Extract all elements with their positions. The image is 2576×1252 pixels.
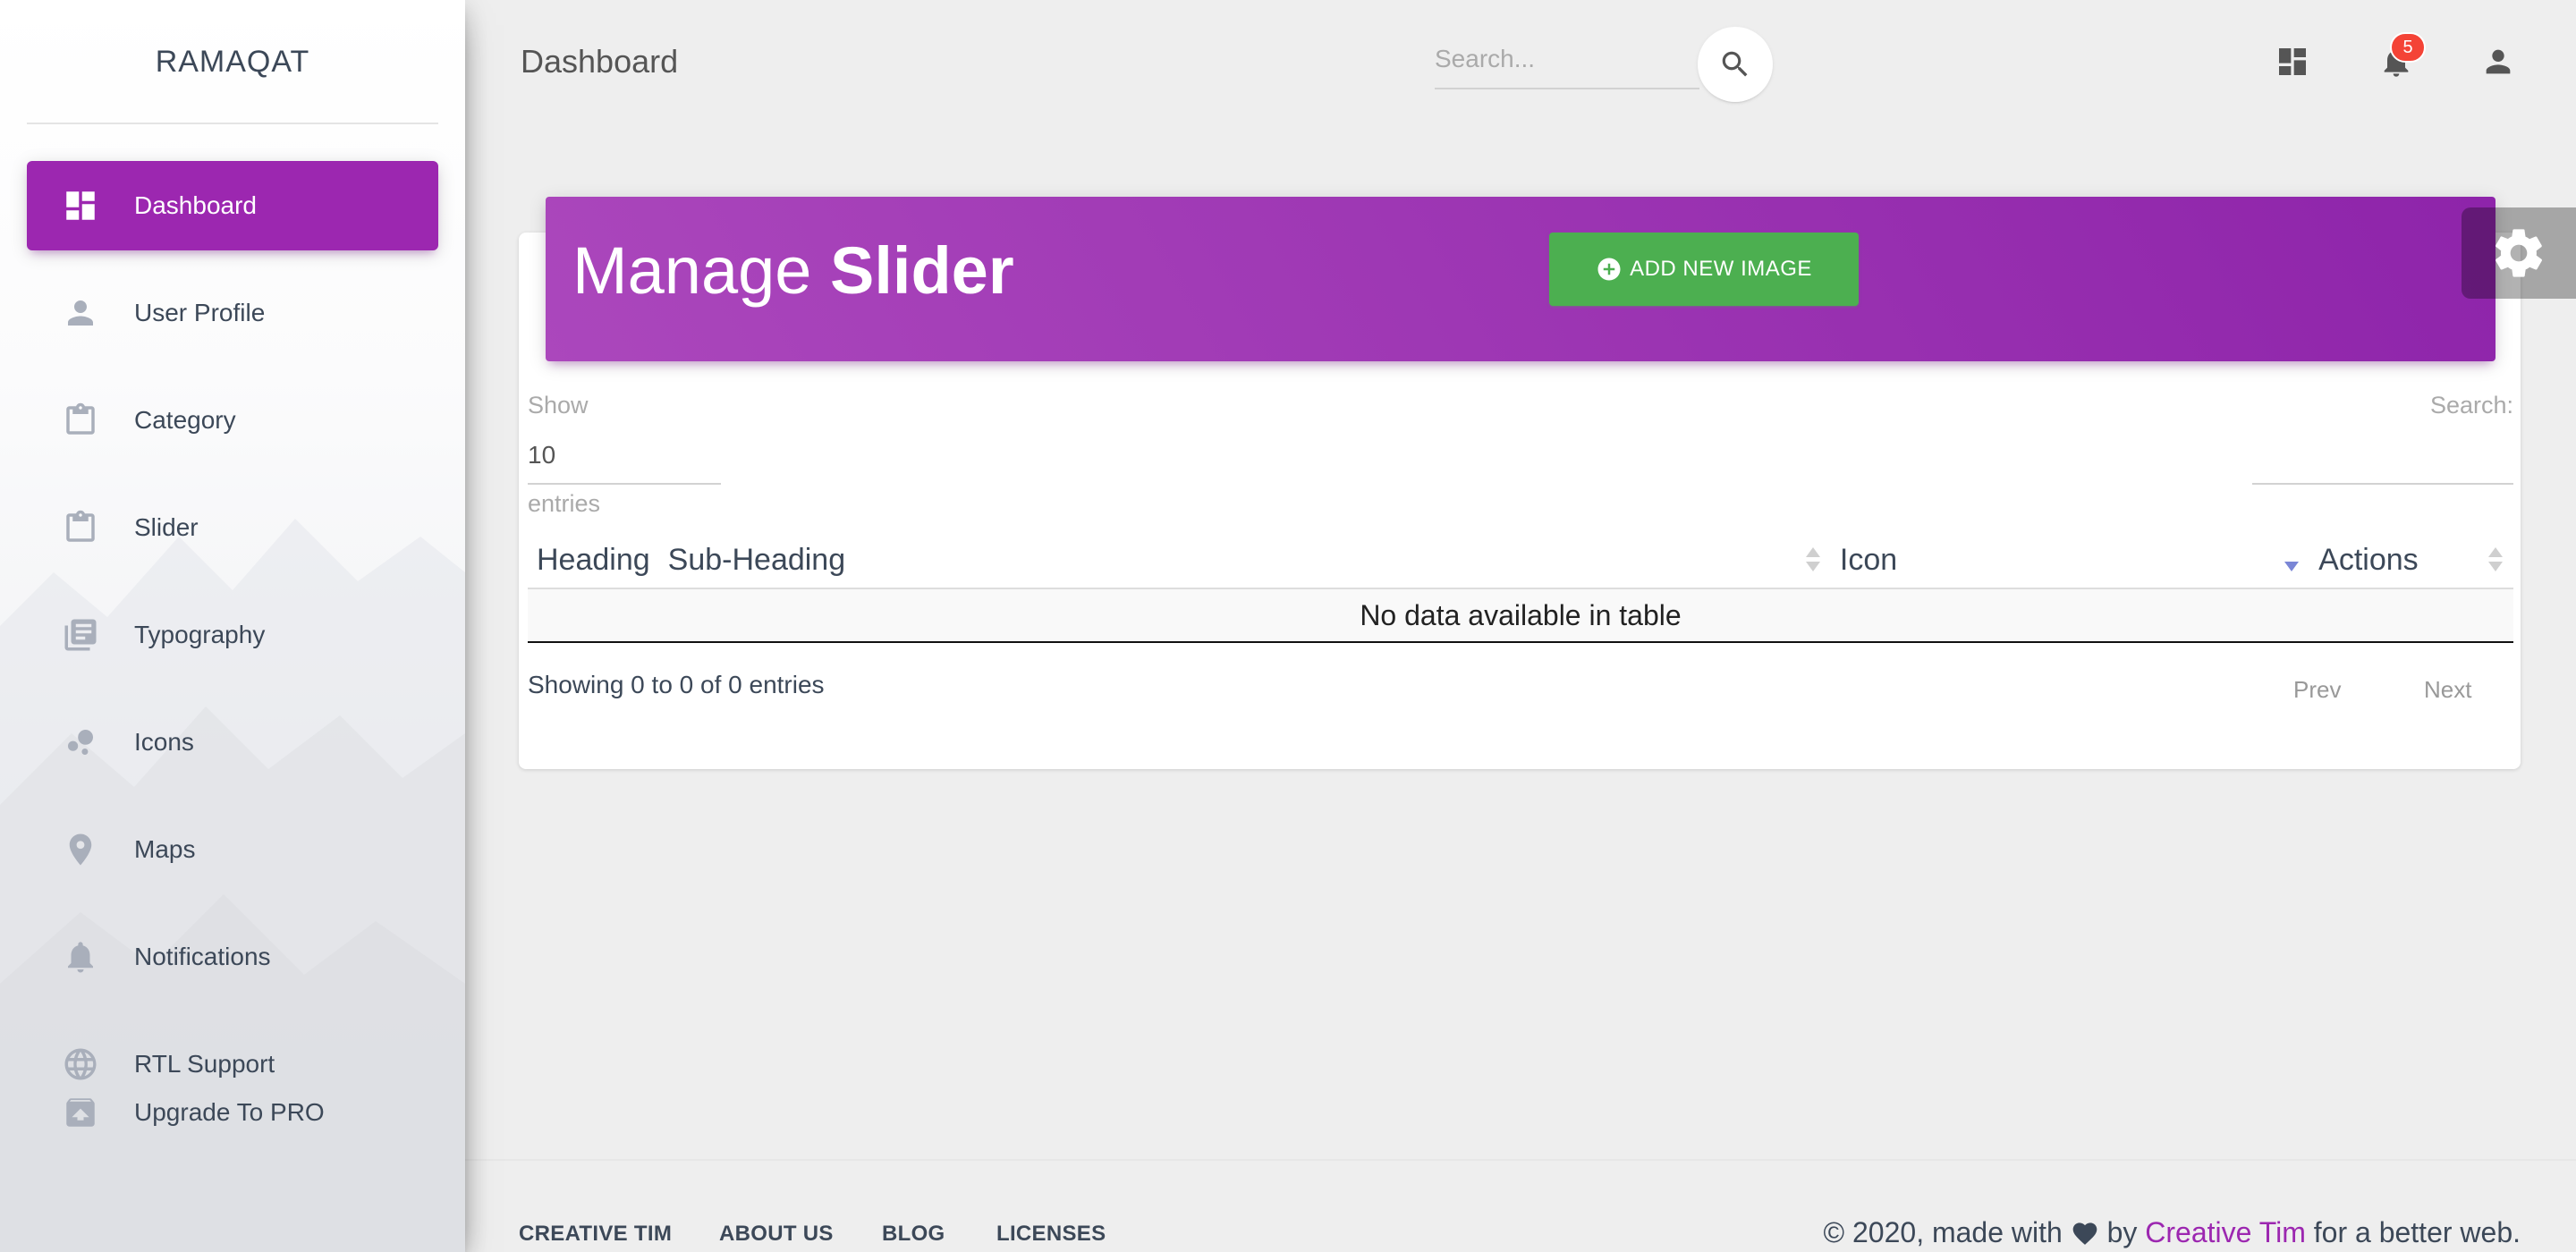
sidebar-nav: Dashboard User Profile Category Slider T… <box>0 161 465 1109</box>
clipboard-icon <box>61 508 100 547</box>
add-new-image-button[interactable]: ADD NEW IMAGE <box>1549 233 1859 306</box>
show-label: Show <box>528 392 589 419</box>
sidebar-item-label: Typography <box>134 621 266 648</box>
copyright-by: by <box>2106 1216 2138 1248</box>
card-header: Manage Slider ADD NEW IMAGE <box>546 197 2496 361</box>
sidebar-item-icons[interactable]: Icons <box>27 698 438 787</box>
sidebar-item-label: Upgrade To PRO <box>134 1098 325 1126</box>
copyright: © 2020, made with by Creative Tim for a … <box>1824 1216 2521 1252</box>
footer-link-creative-tim[interactable]: CREATIVE TIM <box>519 1222 672 1247</box>
logo-divider <box>27 123 438 124</box>
navbar-search-button[interactable] <box>1698 27 1773 102</box>
add-new-image-label: ADD NEW IMAGE <box>1630 257 1812 281</box>
sort-desc-icon <box>2284 547 2300 574</box>
sidebar-item-category[interactable]: Category <box>27 376 438 465</box>
next-page-button[interactable]: Next <box>2424 676 2471 704</box>
dashboard-icon <box>2279 48 2306 75</box>
column-heading[interactable]: Heading <box>528 533 659 589</box>
sidebar-item-typography[interactable]: Typography <box>27 590 438 680</box>
notification-badge: 5 <box>2390 32 2426 63</box>
entries-length-select[interactable]: 10 <box>528 433 721 485</box>
sidebar-item-label: Notifications <box>134 943 271 970</box>
column-heading-label: Heading <box>537 543 650 577</box>
footer: CREATIVE TIM ABOUT US BLOG LICENSES © 20… <box>465 1159 2576 1252</box>
sidebar-item-user-profile[interactable]: User Profile <box>27 268 438 358</box>
unarchive-icon <box>61 1093 100 1132</box>
card-title: Manage Slider <box>572 233 1014 309</box>
person-icon <box>61 293 100 333</box>
heart-icon <box>2071 1219 2099 1252</box>
copyright-prefix: © 2020, made with <box>1823 1216 2063 1248</box>
table-row: No data available in table <box>528 588 2513 643</box>
bell-icon <box>61 937 100 977</box>
sidebar-item-label: User Profile <box>134 299 266 326</box>
table-search-input[interactable] <box>2252 433 2513 481</box>
creative-tim-link[interactable]: Creative Tim <box>2145 1216 2306 1248</box>
column-actions[interactable]: Actions <box>2309 533 2513 589</box>
navbar-dashboard-button[interactable] <box>2270 39 2315 84</box>
sidebar-item-maps[interactable]: Maps <box>27 805 438 894</box>
column-sub-heading[interactable]: Sub-Heading <box>658 533 1831 589</box>
entries-label: entries <box>528 490 601 517</box>
sort-icon <box>2488 547 2503 574</box>
sidebar-item-label: Maps <box>134 835 196 863</box>
navbar-search-input[interactable] <box>1435 36 1699 82</box>
sidebar-item-label: Category <box>134 406 236 434</box>
sidebar-item-notifications[interactable]: Notifications <box>27 912 438 1002</box>
prev-page-button[interactable]: Prev <box>2293 676 2341 704</box>
sidebar: RAMAQAT Dashboard User Profile Category … <box>0 0 465 1252</box>
sidebar-item-upgrade[interactable]: Upgrade To PRO <box>27 1068 438 1157</box>
empty-table-message: No data available in table <box>528 588 2513 643</box>
settings-fixed-plugin[interactable] <box>2462 207 2576 299</box>
brand-logo[interactable]: RAMAQAT <box>0 0 465 123</box>
gear-icon <box>2496 229 2542 277</box>
copyright-suffix: for a better web. <box>2313 1216 2521 1248</box>
add-circle-icon <box>1597 258 1621 281</box>
person-icon <box>2486 49 2511 74</box>
dashboard-icon <box>61 186 100 225</box>
card-title-light: Manage <box>572 233 830 308</box>
sidebar-item-label: Icons <box>134 728 194 756</box>
sidebar-item-dashboard[interactable]: Dashboard <box>27 161 438 250</box>
clipboard-icon <box>61 401 100 440</box>
table-search-label: Search: <box>2429 392 2513 419</box>
column-sub-heading-label: Sub-Heading <box>667 543 846 577</box>
column-icon-label: Icon <box>1839 543 1898 577</box>
brand-name: RAMAQAT <box>155 44 310 79</box>
column-icon[interactable]: Icon <box>1830 533 2310 589</box>
table-header-row: Heading Sub-Heading Icon Actions <box>528 533 2513 589</box>
page-title: Dashboard <box>521 43 679 80</box>
footer-link-about-us[interactable]: ABOUT US <box>719 1222 834 1247</box>
footer-link-licenses[interactable]: LICENSES <box>996 1222 1106 1247</box>
footer-link-blog[interactable]: BLOG <box>882 1222 945 1247</box>
sidebar-item-label: Slider <box>134 513 199 541</box>
column-actions-label: Actions <box>2318 543 2419 577</box>
library-books-icon <box>61 615 100 655</box>
card-title-bold: Slider <box>829 233 1014 308</box>
bubble-chart-icon <box>61 723 100 762</box>
sort-icon <box>1805 547 1820 574</box>
sidebar-item-slider[interactable]: Slider <box>27 483 438 572</box>
location-pin-icon <box>61 830 100 869</box>
navbar-profile-button[interactable] <box>2476 39 2521 84</box>
slider-table: Heading Sub-Heading Icon Actions No data… <box>528 533 2513 643</box>
table-info: Showing 0 to 0 of 0 entries <box>528 671 825 698</box>
table-search-field <box>2252 433 2513 485</box>
search-icon <box>1722 51 1748 77</box>
navbar-search <box>1435 36 1699 89</box>
sidebar-item-label: Dashboard <box>134 191 257 219</box>
